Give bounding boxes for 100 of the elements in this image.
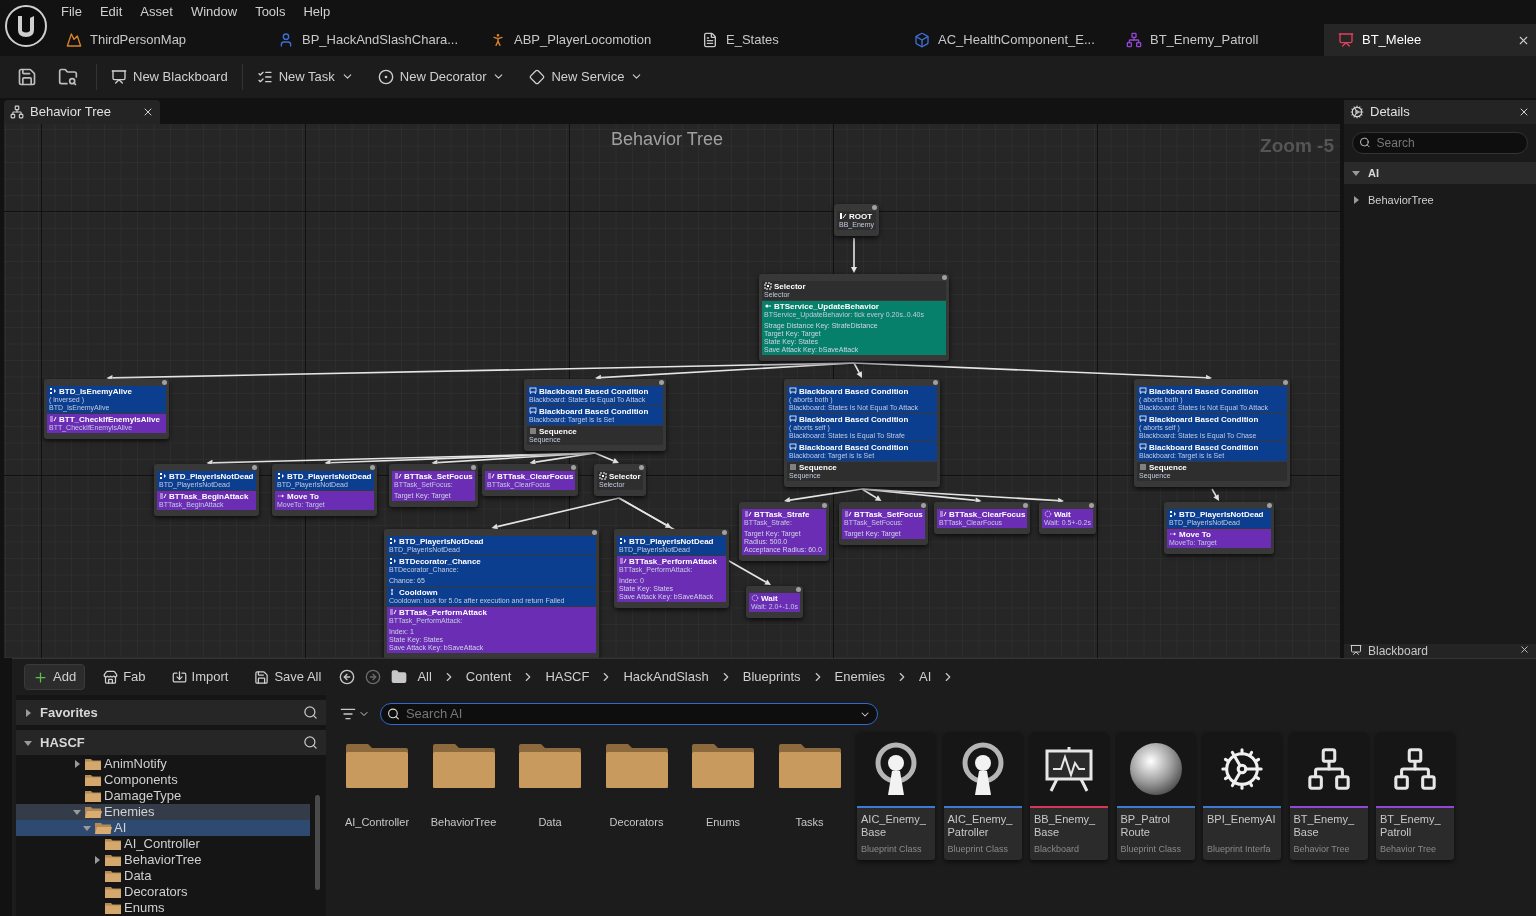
menu-item[interactable]: Asset (133, 2, 180, 22)
asset-tile[interactable]: BT_Enemy_Patroll Behavior Tree (1376, 732, 1454, 860)
folder-tree-item[interactable]: AI_Controller (16, 836, 310, 852)
scrollbar[interactable] (315, 795, 320, 890)
pin-icon[interactable] (796, 586, 801, 592)
tree-node[interactable] (784, 378, 940, 487)
document-tab[interactable]: BP_HackAndSlashChara... (264, 24, 476, 56)
breadcrumb-link[interactable]: HackAndSlash (623, 667, 709, 687)
pin-icon[interactable] (638, 464, 644, 470)
folder-item[interactable]: BehaviorTree (424, 732, 503, 832)
search-input[interactable]: Search (1376, 133, 1521, 152)
pin-icon[interactable] (1089, 502, 1094, 508)
toolbar-button[interactable]: Save All (246, 664, 330, 690)
toolbar-button[interactable]: New Task (246, 61, 364, 92)
asset-search-field[interactable]: Search AI (380, 703, 878, 725)
folder-icon (104, 853, 122, 867)
toolbar-button[interactable]: New Blackboard (101, 61, 238, 92)
folder-tree-item[interactable]: Enemies (16, 804, 310, 820)
folder-tree-item[interactable]: AnimNotify (16, 756, 310, 772)
pin-icon[interactable] (933, 379, 938, 385)
section-header[interactable]: Favorites (16, 700, 326, 725)
caret-right-icon[interactable] (24, 708, 32, 717)
breadcrumb-link[interactable]: HASCF (545, 667, 590, 687)
breadcrumb-link[interactable]: Enemies (834, 667, 886, 687)
section-header[interactable]: HASCF (16, 730, 326, 755)
folder-item[interactable]: Decorators (597, 732, 676, 832)
search-input[interactable]: Search AI (405, 704, 853, 724)
category-header[interactable]: AI (1344, 161, 1536, 184)
toolbar-button[interactable]: New Decorator (367, 61, 516, 92)
details-search-field[interactable]: Search (1352, 131, 1528, 154)
pin-icon[interactable] (1267, 502, 1272, 508)
document-tab[interactable]: AC_HealthComponent_E... (900, 24, 1112, 56)
asset-tile[interactable]: BPI_EnemyAI Blueprint Interfa (1203, 732, 1281, 860)
pin-icon[interactable] (872, 204, 878, 210)
folder-item[interactable]: AI_Controller (338, 732, 416, 832)
pin-icon[interactable] (592, 529, 597, 535)
caret-down-icon[interactable] (24, 738, 32, 747)
pin-icon[interactable] (822, 502, 827, 508)
folder-item[interactable]: Enums (684, 732, 762, 832)
search-icon[interactable] (303, 705, 318, 720)
editor-tab[interactable]: Behavior Tree (4, 99, 160, 124)
folder-item[interactable]: Tasks (770, 732, 849, 832)
close-icon[interactable] (1519, 644, 1530, 655)
asset-type: Blackboard (1033, 842, 1081, 856)
pin-icon[interactable] (470, 464, 476, 470)
tree-node[interactable] (384, 528, 599, 658)
folder-tree-item[interactable]: AI (16, 820, 310, 836)
caret-right-icon[interactable] (1352, 195, 1360, 204)
document-tab[interactable]: ThirdPersonMap (52, 24, 264, 56)
pin-icon[interactable] (1023, 502, 1029, 508)
menu-item[interactable]: Window (183, 2, 245, 22)
toolbar-button[interactable]: Add (24, 664, 86, 690)
asset-tile[interactable]: BP_Patrol Route Blueprint Class (1116, 732, 1195, 860)
pin-icon[interactable] (722, 529, 727, 535)
asset-tile[interactable]: BB_Enemy_Base Blackboard (1030, 732, 1108, 860)
property-row[interactable]: BehaviorTree (1344, 187, 1536, 212)
caret-right-icon[interactable] (93, 856, 101, 864)
breadcrumb-link[interactable]: AI (919, 667, 932, 687)
pin-icon[interactable] (942, 274, 947, 280)
browse-icon[interactable] (58, 66, 78, 87)
asset-tile[interactable]: AIC_Enemy_Base Blueprint Class (857, 732, 935, 860)
toolbar-button[interactable]: Import (163, 664, 237, 690)
document-tab[interactable]: BT_Enemy_Patroll (1112, 24, 1324, 56)
toolbar-button[interactable]: Fab (95, 664, 154, 690)
menu-item[interactable]: Help (296, 2, 338, 22)
toolbar-button[interactable]: New Service (519, 61, 654, 92)
save-icon[interactable] (17, 66, 37, 87)
pin-icon[interactable] (571, 464, 577, 470)
folder-tree-item[interactable]: Data (16, 868, 310, 884)
folder-item[interactable]: Data (511, 732, 589, 832)
caret-right-icon[interactable] (73, 760, 81, 768)
menu-item[interactable]: File (54, 2, 89, 22)
search-icon[interactable] (303, 735, 318, 750)
asset-tile[interactable]: BT_Enemy_Base Behavior Tree (1289, 732, 1368, 860)
breadcrumb-link[interactable]: All (417, 667, 432, 687)
back-icon[interactable] (339, 669, 356, 685)
pin-icon[interactable] (920, 502, 926, 508)
menu-item[interactable]: Tools (248, 2, 293, 22)
folder-tree-item[interactable]: DamageType (16, 788, 310, 804)
document-tab[interactable]: BT_Melee (1324, 24, 1536, 56)
pin-icon[interactable] (162, 379, 167, 385)
document-tab[interactable]: ABP_PlayerLocomotion (476, 24, 688, 56)
forward-icon[interactable] (365, 669, 382, 685)
caret-down-icon[interactable] (1352, 168, 1360, 177)
folder-tree-item[interactable]: Enums (16, 900, 310, 916)
breadcrumb-link[interactable]: Content (465, 667, 512, 687)
folder-tree-item[interactable]: Decorators (16, 884, 310, 900)
menu-item[interactable]: Edit (92, 2, 130, 22)
pin-icon[interactable] (659, 379, 664, 385)
document-tab[interactable]: E_States (688, 24, 900, 56)
pin-icon[interactable] (1283, 379, 1288, 385)
pin-icon[interactable] (370, 464, 375, 470)
breadcrumb-link[interactable]: Blueprints (742, 667, 801, 687)
folder-tree-item[interactable]: Components (16, 772, 310, 788)
asset-tile[interactable]: AIC_Enemy_Patroller Blueprint Class (943, 732, 1022, 860)
blackboard-tab[interactable]: Blackboard (1344, 644, 1536, 658)
folder-tree-item[interactable]: BehaviorTree (16, 852, 310, 868)
pin-icon[interactable] (252, 464, 257, 470)
tree-node[interactable] (1134, 378, 1290, 487)
logo-icon[interactable] (4, 4, 48, 48)
